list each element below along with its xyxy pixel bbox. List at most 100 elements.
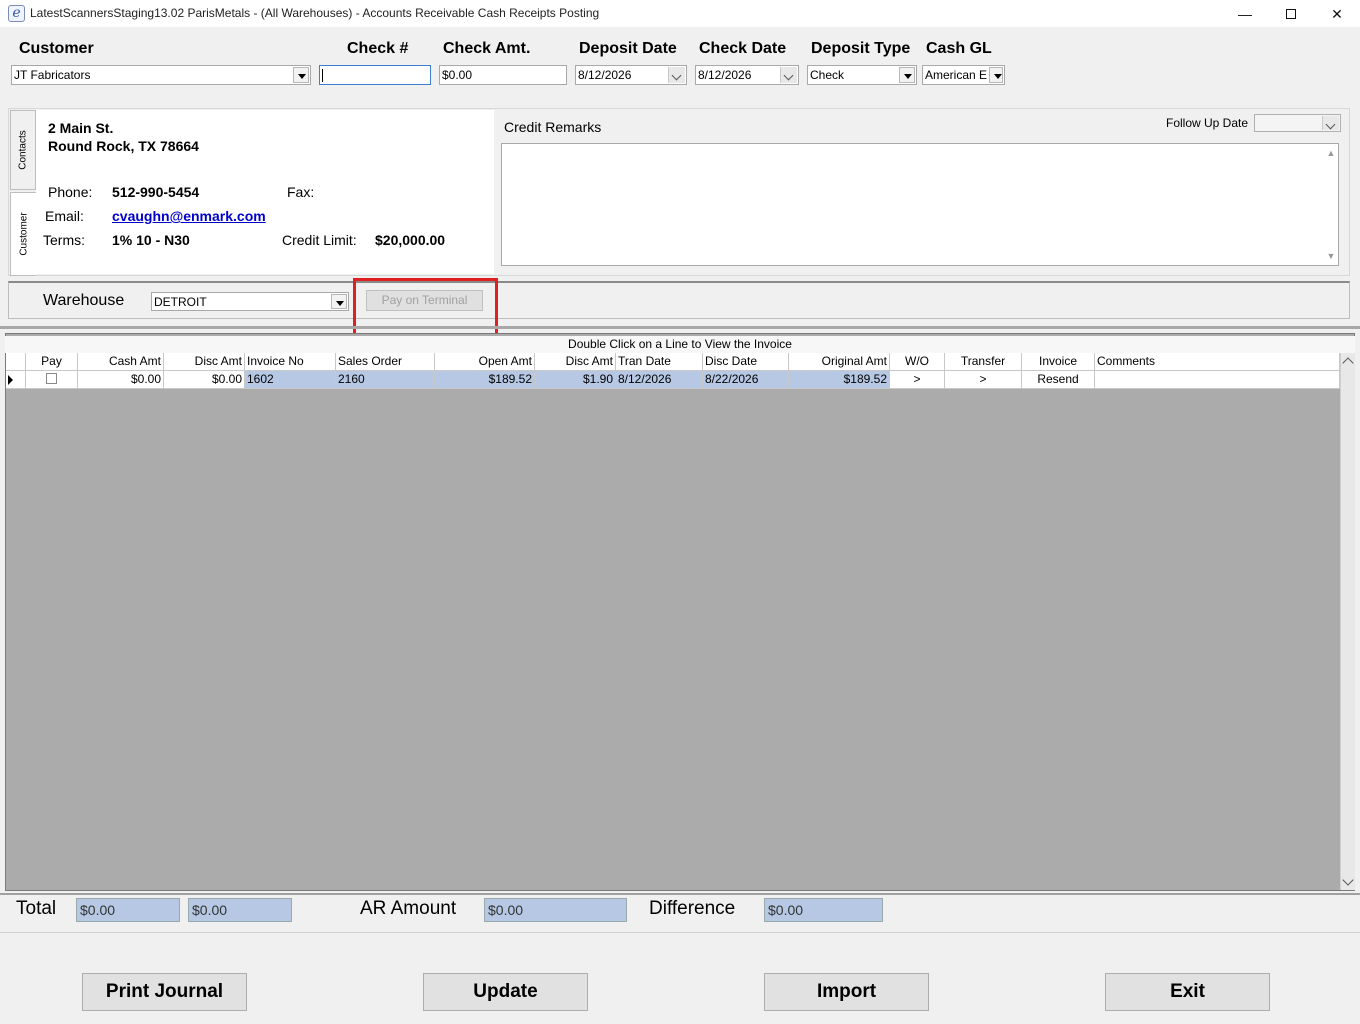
follow-up-date-label: Follow Up Date [1166,116,1249,130]
col-comments[interactable]: Comments [1095,353,1340,371]
title-bar: e LatestScannersStaging13.02 ParisMetals… [0,0,1360,28]
pay-checkbox-cell[interactable] [26,371,78,389]
cell-cash-amt[interactable]: $0.00 [78,371,164,389]
maximize-icon [1286,8,1296,19]
transfer-button[interactable]: > [945,371,1022,389]
follow-up-date-picker[interactable] [1254,114,1341,132]
check-date-picker[interactable]: 8/12/2026 [695,65,799,85]
chevron-down-icon[interactable] [668,67,685,83]
check-amt-value: $0.00 [442,68,473,82]
cell-tran-date[interactable]: 8/12/2026 [616,371,703,389]
print-journal-button[interactable]: Print Journal [82,973,247,1011]
credit-limit-label: Credit Limit: [282,232,357,248]
col-disc-amt[interactable]: Disc Amt [164,353,245,371]
update-button[interactable]: Update [423,973,588,1011]
invoice-grid[interactable] [5,333,1355,891]
customer-select[interactable]: JT Fabricators [11,65,311,85]
pay-checkbox[interactable] [46,373,57,385]
email-label: Email: [45,208,84,224]
col-disc-date[interactable]: Disc Date [703,353,789,371]
check-amt-label: Check Amt. [443,40,531,57]
text-cursor [322,69,323,83]
grid-separator [0,326,1360,329]
col-original-amt[interactable]: Original Amt [789,353,890,371]
import-button[interactable]: Import [764,973,929,1011]
credit-limit-value: $20,000.00 [375,232,446,248]
col-invoice-no[interactable]: Invoice No [245,353,336,371]
tab-customer[interactable]: Customer [10,192,36,276]
grid-vertical-scrollbar[interactable] [1340,353,1355,890]
check-date-value: 8/12/2026 [698,68,752,82]
deposit-type-select[interactable]: Check [807,65,917,85]
tab-contacts[interactable]: Contacts [10,110,36,190]
address-line2: Round Rock, TX 78664 [48,138,199,154]
row-selector-icon[interactable] [6,371,26,389]
close-button[interactable]: ✕ [1314,0,1360,28]
chevron-down-icon[interactable] [1322,116,1339,130]
check-no-input[interactable] [319,65,431,85]
grid-caption: Double Click on a Line to View the Invoi… [5,336,1355,353]
chevron-down-icon[interactable] [331,294,347,309]
total-label: Total [16,898,57,919]
deposit-type-value: Check [810,68,845,82]
deposit-date-value: 8/12/2026 [578,68,632,82]
col-tran-date[interactable]: Tran Date [616,353,703,371]
window-title: LatestScannersStaging13.02 ParisMetals -… [30,6,600,20]
scroll-down-icon[interactable] [1342,874,1354,886]
cash-gl-label: Cash GL [926,40,992,57]
scroll-up-icon[interactable] [1342,357,1354,369]
ar-amount-label: AR Amount [360,898,457,919]
cash-gl-select[interactable]: American E [922,65,1005,85]
col-transfer[interactable]: Transfer [945,353,1022,371]
tab-customer-label: Customer [18,212,29,256]
terms-value: 1% 10 - N30 [112,232,190,248]
tab-contacts-label: Contacts [17,130,29,170]
cell-original-amt[interactable]: $189.52 [789,371,890,389]
difference-label: Difference [649,898,736,919]
wo-button[interactable]: > [890,371,945,389]
col-disc-amt-2[interactable]: Disc Amt [535,353,616,371]
cell-disc-amt-2[interactable]: $1.90 [535,371,616,389]
app-icon: e [8,5,25,22]
credit-remarks-textarea[interactable]: ▲ ▼ [501,143,1339,266]
minimize-icon: — [1238,6,1252,22]
check-date-label: Check Date [699,40,787,57]
scroll-down-icon[interactable]: ▼ [1326,251,1336,261]
check-no-label: Check # [347,40,409,57]
deposit-date-picker[interactable]: 8/12/2026 [575,65,687,85]
phone-value: 512-990-5454 [112,184,200,200]
scroll-up-icon[interactable]: ▲ [1326,148,1336,158]
resend-invoice-button[interactable]: Resend [1022,371,1095,389]
difference-field: $0.00 [764,898,883,922]
chevron-down-icon[interactable] [899,67,915,83]
cell-comments[interactable] [1095,371,1340,389]
ar-amount-field: $0.00 [484,898,627,922]
deposit-type-label: Deposit Type [811,40,911,57]
maximize-button[interactable] [1268,0,1314,28]
col-invoice[interactable]: Invoice [1022,353,1095,371]
cell-disc-amt[interactable]: $0.00 [164,371,245,389]
table-row[interactable]: $0.00 $0.00 1602 2160 $189.52 $1.90 8/12… [6,371,1340,389]
col-sales-order[interactable]: Sales Order [336,353,435,371]
cell-sales-order[interactable]: 2160 [336,371,435,389]
exit-button[interactable]: Exit [1105,973,1270,1011]
total-cash-field: $0.00 [76,898,180,922]
chevron-down-icon[interactable] [989,67,1003,83]
email-link[interactable]: cvaughn@enmark.com [112,208,266,224]
cell-open-amt[interactable]: $189.52 [435,371,535,389]
chevron-down-icon[interactable] [293,67,309,83]
warehouse-label: Warehouse [43,292,125,309]
col-pay[interactable]: Pay [26,353,78,371]
col-cash-amt[interactable]: Cash Amt [78,353,164,371]
chevron-down-icon[interactable] [780,67,797,83]
vertical-tab-strip: Contacts Customer [10,110,36,276]
cell-disc-date[interactable]: 8/22/2026 [703,371,789,389]
minimize-button[interactable]: — [1222,0,1268,28]
terms-label: Terms: [43,232,85,248]
cell-invoice-no[interactable]: 1602 [245,371,336,389]
warehouse-select[interactable]: DETROIT [151,292,349,311]
total-disc-field: $0.00 [188,898,292,922]
check-amt-input[interactable]: $0.00 [439,65,567,85]
col-open-amt[interactable]: Open Amt [435,353,535,371]
col-wo[interactable]: W/O [890,353,945,371]
